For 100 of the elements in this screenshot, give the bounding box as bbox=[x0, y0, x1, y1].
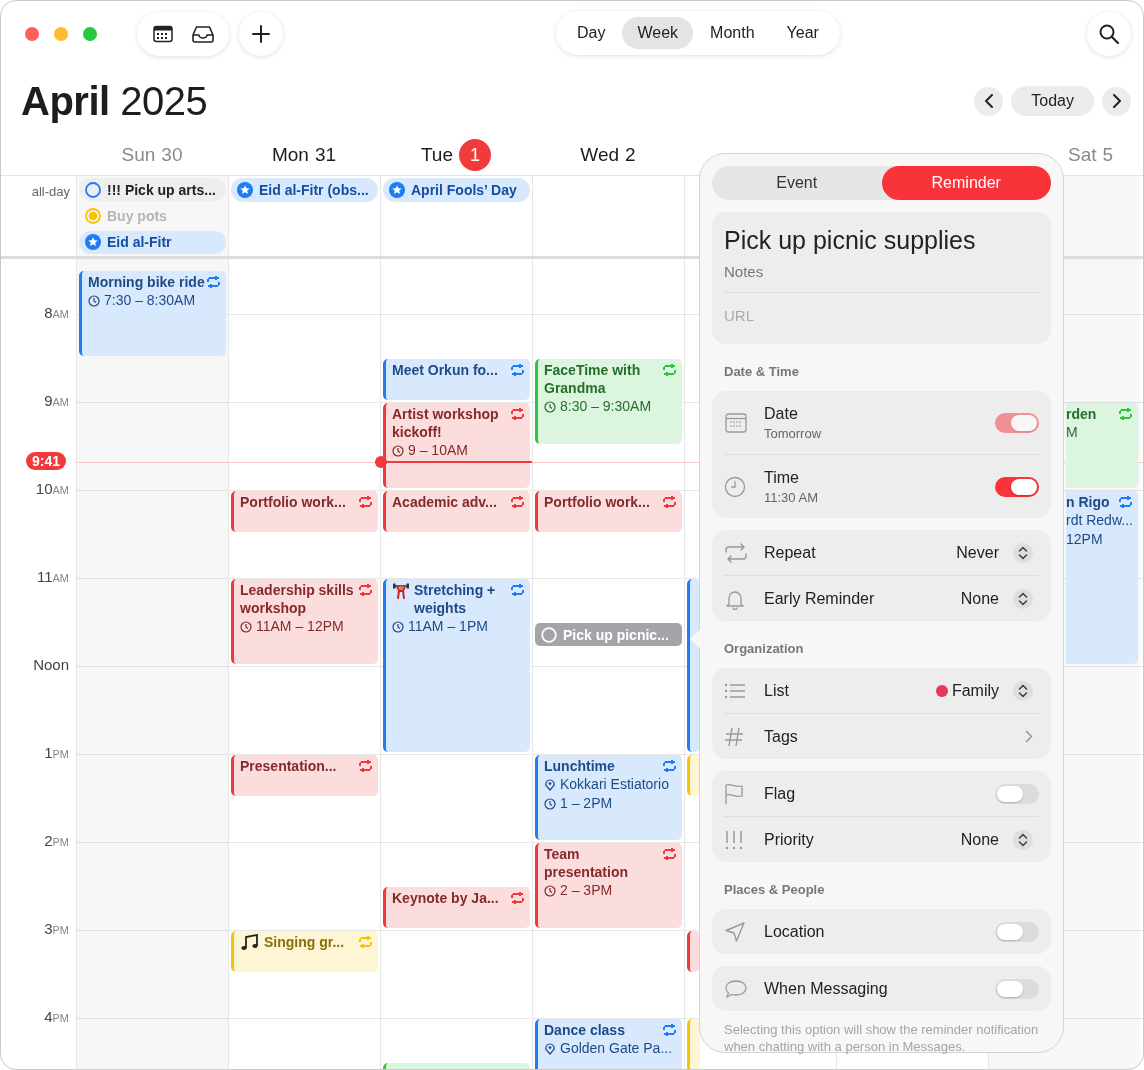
event-title: rden bbox=[1066, 405, 1097, 423]
clock-icon bbox=[240, 620, 252, 633]
toggle-switch[interactable] bbox=[995, 921, 1039, 942]
chevron-right-icon[interactable] bbox=[1025, 730, 1033, 743]
search-icon bbox=[1099, 24, 1119, 44]
calendar-event[interactable]: FaceTime with Grandma 8:30 – 9:30AM bbox=[535, 359, 682, 444]
setting-value[interactable]: None bbox=[960, 830, 999, 849]
repeat-icon bbox=[724, 542, 748, 563]
event-time: 11AM – 1PM bbox=[408, 617, 488, 636]
event-time: 9 – 10AM bbox=[408, 441, 468, 460]
event-title: FaceTime with Grandma bbox=[544, 361, 642, 397]
setting-value[interactable]: None bbox=[960, 589, 999, 608]
calendar-event[interactable]: Lunchtime Kokkari Estiatorio 1 – 2PM bbox=[535, 755, 682, 840]
calendar-event[interactable]: Team presentation 2 – 3PM bbox=[535, 843, 682, 928]
all-day-label: all-day bbox=[31, 184, 70, 199]
day-header: Sat bbox=[1068, 144, 1097, 166]
event-title: Singing gr... bbox=[264, 933, 345, 951]
view-tab[interactable]: Month bbox=[695, 17, 770, 49]
calendar-event[interactable]: Meet Orkun fo... bbox=[383, 359, 530, 400]
chevron-right-icon bbox=[1111, 94, 1122, 108]
hour-label: 2PM bbox=[44, 832, 69, 849]
view-tab[interactable]: Day bbox=[562, 17, 621, 49]
calendar-event[interactable]: Presentation... bbox=[231, 755, 378, 796]
hour-label: 4PM bbox=[44, 1008, 69, 1025]
calendar-event[interactable]: n Rigo rdt Redw... 12PM bbox=[1066, 491, 1138, 664]
all-day-event[interactable]: April Fools’ Day bbox=[383, 178, 530, 202]
calendar-icon bbox=[724, 411, 748, 434]
notes-field[interactable]: Notes bbox=[724, 255, 1039, 288]
event-title: Morning bike ride bbox=[88, 273, 205, 291]
setting-label: Location bbox=[764, 922, 826, 941]
day-date: 5 bbox=[1102, 144, 1114, 166]
setting-value[interactable]: Family bbox=[951, 681, 999, 700]
event-title: n Rigo bbox=[1066, 493, 1110, 511]
setting-value: Tomorrow bbox=[764, 425, 823, 441]
stepper-icon[interactable] bbox=[1013, 829, 1033, 850]
hour-label: Noon bbox=[33, 656, 69, 673]
hashtag-icon bbox=[724, 726, 744, 747]
calendar-event[interactable]: Academic adv... bbox=[383, 491, 530, 532]
clock-icon bbox=[724, 475, 746, 498]
current-time-badge: 9:41 bbox=[26, 452, 67, 471]
day-date: 31 bbox=[314, 144, 337, 166]
hour-label: 11AM bbox=[36, 568, 69, 585]
section-heading: Date & Time bbox=[724, 364, 800, 379]
calendar-event[interactable]: Keynote by Ja... bbox=[383, 887, 530, 928]
location-arrow-icon bbox=[724, 920, 746, 943]
speech-bubble-icon bbox=[724, 978, 748, 999]
calendar-event[interactable]: Leadership skills workshop 11AM – 12PM bbox=[231, 579, 378, 664]
event-title: Meet Orkun fo... bbox=[392, 361, 498, 379]
toggle-switch[interactable] bbox=[995, 783, 1039, 804]
view-tab[interactable]: Year bbox=[771, 17, 834, 49]
event-title: Portfolio work... bbox=[544, 493, 650, 511]
next-button[interactable] bbox=[1102, 86, 1131, 116]
calendar-event[interactable]: Singing gr... bbox=[231, 931, 378, 972]
clock-icon bbox=[392, 620, 404, 633]
event-title: Presentation... bbox=[240, 757, 337, 775]
setting-value[interactable]: Never bbox=[956, 543, 999, 562]
search-button[interactable] bbox=[1087, 12, 1131, 56]
calendar-event[interactable]: Portfolio work... bbox=[231, 491, 378, 532]
close-button[interactable] bbox=[25, 27, 39, 41]
event-location: Golden Gate Pa... bbox=[560, 1039, 673, 1058]
clock-icon bbox=[392, 444, 404, 457]
all-day-event[interactable]: Eid al-Fitr (obs... bbox=[231, 178, 378, 202]
calendar-event[interactable]: rden M bbox=[1066, 403, 1138, 488]
setting-label: List bbox=[764, 681, 790, 700]
all-day-event[interactable]: Eid al-Fitr bbox=[79, 230, 226, 254]
event-title: Leadership skills workshop bbox=[240, 581, 355, 617]
event-time: 8:30 – 9:30AM bbox=[560, 397, 652, 416]
event-time: 1 – 2PM bbox=[560, 794, 613, 813]
setting-label: Priority bbox=[764, 830, 815, 849]
clock-icon bbox=[88, 294, 100, 307]
all-day-event[interactable]: !!! Pick up arts... bbox=[79, 178, 226, 202]
event-time: 2 – 3PM bbox=[560, 881, 613, 900]
setting-label: Early Reminder bbox=[764, 589, 876, 608]
zoom-button[interactable] bbox=[83, 27, 97, 41]
today-button[interactable]: Today bbox=[1011, 86, 1094, 116]
add-button[interactable] bbox=[239, 12, 283, 56]
stepper-icon[interactable] bbox=[1013, 680, 1033, 701]
url-field[interactable]: URL bbox=[724, 299, 1039, 332]
stepper-icon[interactable] bbox=[1013, 588, 1033, 609]
type-tab[interactable]: Event bbox=[712, 166, 882, 200]
calendar-icon bbox=[153, 25, 173, 43]
calendar-event[interactable]: Morning bike ride 7:30 – 8:30AM bbox=[79, 271, 226, 356]
type-tab[interactable]: Reminder bbox=[881, 166, 1051, 200]
event-location: rdt Redw... bbox=[1066, 511, 1133, 530]
view-tab[interactable]: Week bbox=[622, 17, 694, 49]
event-time: 11AM – 12PM bbox=[256, 617, 344, 636]
reminder-title[interactable]: Pick up picnic supplies bbox=[724, 226, 1039, 255]
calendar-event[interactable]: Portfolio work... bbox=[535, 491, 682, 532]
stepper-icon[interactable] bbox=[1013, 542, 1033, 563]
toggle-switch[interactable] bbox=[995, 476, 1039, 497]
flag-icon bbox=[724, 782, 744, 805]
calendar-event[interactable]: Dance class Golden Gate Pa... bbox=[535, 1019, 682, 1069]
calendar-event[interactable]: Stretching + weights 11AM – 1PM bbox=[383, 579, 530, 752]
music-notes-icon bbox=[240, 934, 260, 952]
day-header: Tue bbox=[420, 144, 453, 166]
previous-button[interactable] bbox=[974, 86, 1004, 116]
event-title: Team presentation bbox=[544, 845, 629, 881]
clock-icon bbox=[544, 400, 556, 413]
toggle-switch[interactable] bbox=[995, 978, 1039, 999]
event-title: Keynote by Ja... bbox=[392, 889, 499, 907]
